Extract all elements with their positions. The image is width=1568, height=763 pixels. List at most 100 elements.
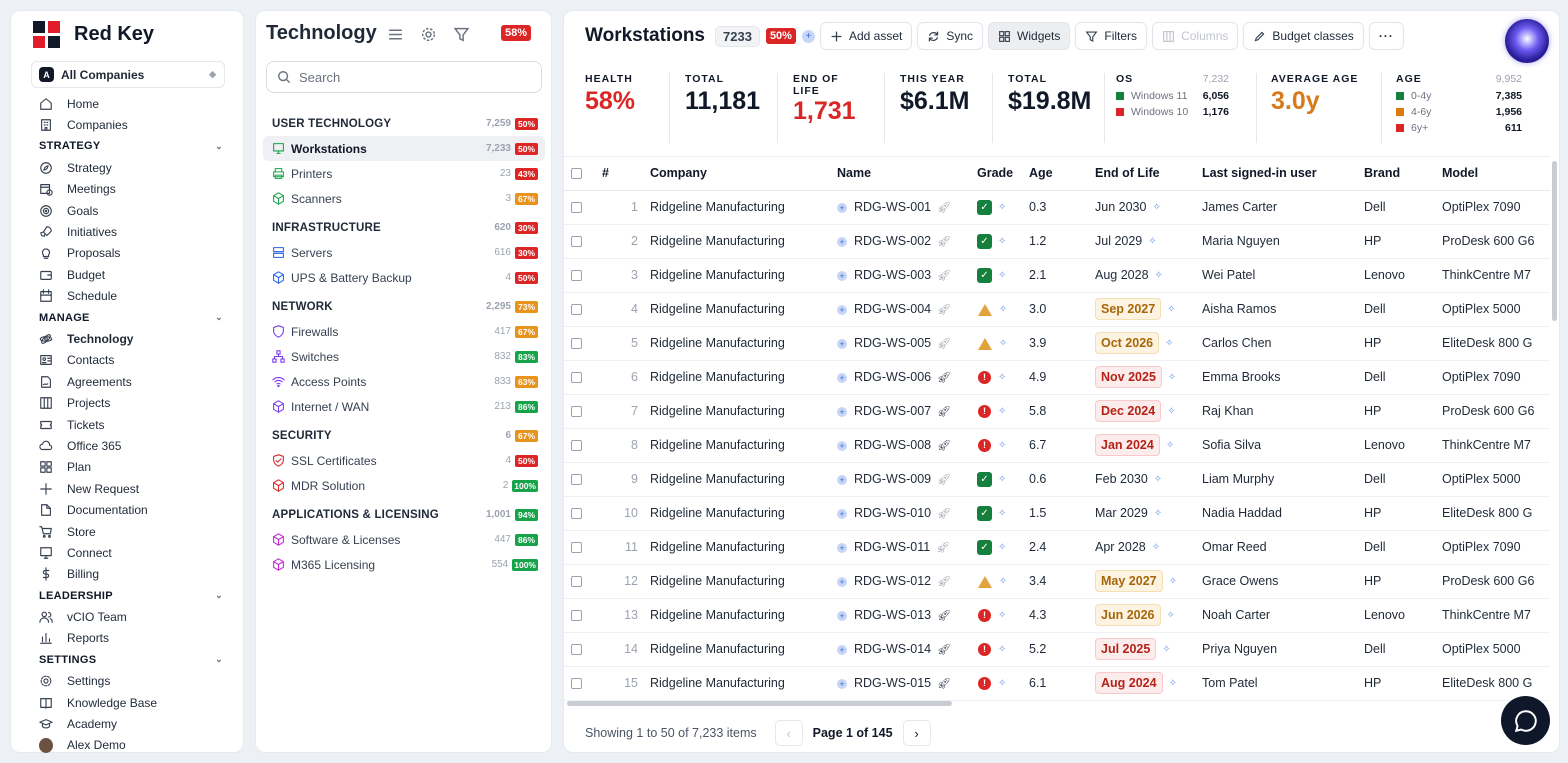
prev-page-button[interactable]: ‹	[774, 720, 803, 746]
row-checkbox[interactable]	[571, 270, 582, 282]
more-button[interactable]: ···	[1368, 22, 1404, 50]
sidebar-item-vcio-team[interactable]: vCIO Team	[39, 606, 229, 627]
category-item-internet-wan[interactable]: Internet / WAN 213 86%	[263, 394, 545, 419]
search-input[interactable]: Search	[266, 61, 542, 93]
name-cell[interactable]: + RDG-WS-001 🚀︎	[837, 190, 977, 225]
next-page-button[interactable]: ›	[902, 720, 931, 746]
sidebar-item-documentation[interactable]: Documentation	[39, 499, 229, 520]
add-circle-icon[interactable]: +	[801, 29, 815, 43]
row-checkbox[interactable]	[571, 542, 582, 554]
category-item-scanners[interactable]: Scanners 3 67%	[263, 186, 545, 211]
brand[interactable]: Red Key	[33, 21, 154, 48]
category-header[interactable]: INFRASTRUCTURE 620 30%	[263, 215, 545, 240]
category-item-servers[interactable]: Servers 616 30%	[263, 240, 545, 265]
category-item-workstations[interactable]: Workstations 7,233 50%	[263, 136, 545, 161]
add-asset-button[interactable]: Add asset	[819, 22, 913, 50]
filters-button[interactable]: Filters	[1075, 22, 1148, 50]
horizontal-scrollbar[interactable]	[567, 701, 952, 706]
table-row[interactable]: 2 Ridgeline Manufacturing + RDG-WS-002 🚀︎ ✓ ✧ 1…	[564, 224, 1550, 259]
category-header[interactable]: USER TECHNOLOGY 7,259 50%	[263, 111, 545, 136]
sidebar-item-tickets[interactable]: Tickets	[39, 414, 229, 435]
sidebar-item-budget[interactable]: Budget	[39, 264, 229, 285]
category-item-printers[interactable]: Printers 23 43%	[263, 161, 545, 186]
sidebar-item-projects[interactable]: Projects	[39, 392, 229, 413]
category-header[interactable]: SECURITY 6 67%	[263, 423, 545, 448]
row-checkbox[interactable]	[571, 474, 582, 486]
row-checkbox[interactable]	[571, 304, 582, 316]
company-selector[interactable]: A All Companies ◆	[31, 61, 225, 88]
table-row[interactable]: 6 Ridgeline Manufacturing + RDG-WS-006 🚀︎! ✧ 4…	[564, 360, 1550, 395]
name-cell[interactable]: + RDG-WS-014 🚀︎	[837, 632, 977, 667]
table-row[interactable]: 3 Ridgeline Manufacturing + RDG-WS-003 🚀︎ ✓ ✧ 2…	[564, 258, 1550, 293]
table-row[interactable]: 15 Ridgeline Manufacturing + RDG-WS-015 🚀︎! ✧…	[564, 666, 1550, 701]
row-checkbox[interactable]	[571, 202, 582, 214]
name-cell[interactable]: + RDG-WS-005 🚀︎	[837, 326, 977, 361]
column-header[interactable]: End of Life	[1095, 157, 1202, 191]
sidebar-item-office-365[interactable]: Office 365	[39, 435, 229, 456]
sidebar-item-connect[interactable]: Connect	[39, 542, 229, 563]
table-row[interactable]: 14 Ridgeline Manufacturing + RDG-WS-014 🚀︎! ✧…	[564, 632, 1550, 667]
category-item-access-points[interactable]: Access Points 833 63%	[263, 369, 545, 394]
category-item-ups-battery-backup[interactable]: UPS & Battery Backup 4 50%	[263, 265, 545, 290]
table-row[interactable]: 5 Ridgeline Manufacturing + RDG-WS-005 🚀︎ ✧ 3.…	[564, 326, 1550, 361]
name-cell[interactable]: + RDG-WS-009 🚀︎	[837, 462, 977, 497]
sidebar-item-home[interactable]: Home	[39, 93, 229, 114]
sidebar-item-plan[interactable]: Plan	[39, 457, 229, 478]
nav-section-strategy[interactable]: STRATEGY ⌄	[39, 136, 229, 157]
sidebar-item-technology[interactable]: Technology	[39, 328, 229, 349]
select-all-checkbox[interactable]	[571, 168, 582, 180]
column-header[interactable]: Last signed-in user	[1202, 157, 1364, 191]
sidebar-item-alex-demo[interactable]: Alex Demo	[39, 735, 229, 756]
row-checkbox[interactable]	[571, 610, 582, 622]
row-checkbox[interactable]	[571, 440, 582, 452]
sidebar-item-new-request[interactable]: New Request	[39, 478, 229, 499]
sidebar-item-companies[interactable]: Companies	[39, 114, 229, 135]
filter-icon[interactable]	[453, 26, 470, 48]
table-row[interactable]: 9 Ridgeline Manufacturing + RDG-WS-009 🚀︎ ✓ ✧ 0…	[564, 462, 1550, 497]
sidebar-item-billing[interactable]: Billing	[39, 564, 229, 585]
column-header[interactable]: #	[594, 157, 650, 191]
sidebar-item-contacts[interactable]: Contacts	[39, 350, 229, 371]
table-row[interactable]: 12 Ridgeline Manufacturing + RDG-WS-012 🚀︎ ✧ 3…	[564, 564, 1550, 599]
table-row[interactable]: 4 Ridgeline Manufacturing + RDG-WS-004 🚀︎ ✧ 3.…	[564, 292, 1550, 327]
sidebar-item-reports[interactable]: Reports	[39, 628, 229, 649]
name-cell[interactable]: + RDG-WS-011 🚀︎	[837, 530, 977, 565]
category-item-mdr-solution[interactable]: MDR Solution 2 100%	[263, 473, 545, 498]
row-checkbox[interactable]	[571, 576, 582, 588]
category-item-firewalls[interactable]: Firewalls 417 67%	[263, 319, 545, 344]
sidebar-item-agreements[interactable]: Agreements	[39, 371, 229, 392]
name-cell[interactable]: + RDG-WS-015 🚀︎	[837, 666, 977, 701]
widgets-button[interactable]: Widgets	[988, 22, 1071, 50]
table-row[interactable]: 8 Ridgeline Manufacturing + RDG-WS-008 🚀︎! ✧ 6…	[564, 428, 1550, 463]
row-checkbox[interactable]	[571, 236, 582, 248]
sidebar-item-proposals[interactable]: Proposals	[39, 243, 229, 264]
name-cell[interactable]: + RDG-WS-007 🚀︎	[837, 394, 977, 429]
column-header[interactable]: Model	[1442, 157, 1550, 191]
name-cell[interactable]: + RDG-WS-003 🚀︎	[837, 258, 977, 293]
sync-button[interactable]: Sync	[917, 22, 984, 50]
row-checkbox[interactable]	[571, 338, 582, 350]
column-header[interactable]: Brand	[1364, 157, 1442, 191]
table-row[interactable]: 11 Ridgeline Manufacturing + RDG-WS-011 🚀︎ ✓ ✧…	[564, 530, 1550, 565]
category-header[interactable]: NETWORK 2,295 73%	[263, 294, 545, 319]
sidebar-item-academy[interactable]: Academy	[39, 713, 229, 734]
nav-section-leadership[interactable]: LEADERSHIP ⌄	[39, 585, 229, 606]
name-cell[interactable]: + RDG-WS-010 🚀︎	[837, 496, 977, 531]
column-header[interactable]: Grade	[977, 157, 1029, 191]
row-checkbox[interactable]	[571, 678, 582, 690]
name-cell[interactable]: + RDG-WS-012 🚀︎	[837, 564, 977, 599]
column-header[interactable]: Age	[1029, 157, 1095, 191]
row-checkbox[interactable]	[571, 406, 582, 418]
vertical-scrollbar[interactable]	[1552, 161, 1557, 321]
table-row[interactable]: 10 Ridgeline Manufacturing + RDG-WS-010 🚀︎ ✓ ✧…	[564, 496, 1550, 531]
gear-icon[interactable]	[420, 26, 437, 48]
category-header[interactable]: APPLICATIONS & LICENSING 1,001 94%	[263, 502, 545, 527]
nav-section-settings[interactable]: SETTINGS ⌄	[39, 649, 229, 670]
column-header[interactable]: Name	[837, 157, 977, 191]
table-row[interactable]: 7 Ridgeline Manufacturing + RDG-WS-007 🚀︎! ✧ 5…	[564, 394, 1550, 429]
category-item-software-licenses[interactable]: Software & Licenses 447 86%	[263, 527, 545, 552]
sidebar-item-store[interactable]: Store	[39, 521, 229, 542]
menu-icon[interactable]	[387, 26, 404, 48]
row-checkbox[interactable]	[571, 508, 582, 520]
sidebar-item-knowledge-base[interactable]: Knowledge Base	[39, 692, 229, 713]
